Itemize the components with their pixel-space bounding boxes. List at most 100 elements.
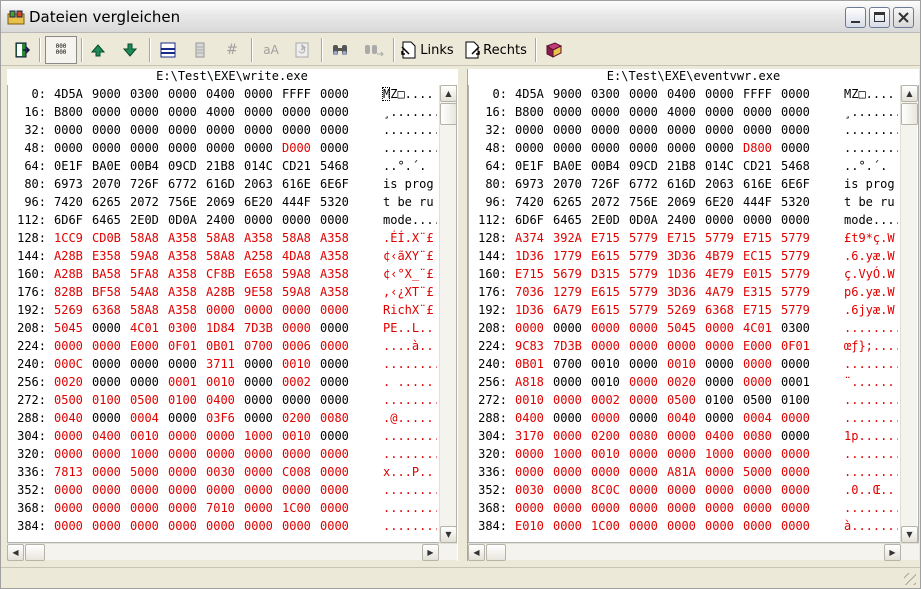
hex-word[interactable]: 0000 bbox=[282, 445, 316, 463]
hex-word[interactable]: 59A8 bbox=[282, 265, 316, 283]
hex-word[interactable]: 0500 bbox=[130, 391, 164, 409]
hex-word[interactable]: 0000 bbox=[92, 409, 126, 427]
hex-word[interactable]: 5779 bbox=[629, 283, 663, 301]
hex-word[interactable]: A28B bbox=[206, 283, 240, 301]
hex-word[interactable]: 21B8 bbox=[667, 157, 701, 175]
hex-word[interactable]: 7420 bbox=[54, 193, 88, 211]
hex-word[interactable]: A358 bbox=[320, 265, 354, 283]
hex-word[interactable]: 0000 bbox=[667, 337, 701, 355]
ascii-text[interactable]: 1p...... bbox=[844, 427, 898, 445]
ascii-text[interactable]: ..°.´. bbox=[383, 157, 437, 175]
hex-word[interactable]: 0000 bbox=[781, 211, 815, 229]
hex-word[interactable]: 0000 bbox=[244, 103, 278, 121]
hex-word[interactable]: CF8B bbox=[206, 265, 240, 283]
hex-word[interactable]: 392A bbox=[553, 229, 587, 247]
hex-word[interactable]: 444F bbox=[282, 193, 316, 211]
hex-word[interactable]: 0000 bbox=[282, 391, 316, 409]
hex-word[interactable]: 5468 bbox=[781, 157, 815, 175]
hex-word[interactable]: 0000 bbox=[705, 481, 739, 499]
left-vertical-scrollbar[interactable]: ▲ ▼ bbox=[439, 85, 457, 543]
hex-word[interactable]: 21B8 bbox=[206, 157, 240, 175]
hex-word[interactable]: 5320 bbox=[320, 193, 354, 211]
hex-word[interactable]: 0D0A bbox=[168, 211, 202, 229]
hex-word[interactable]: 0000 bbox=[320, 103, 354, 121]
hex-word[interactable]: 2070 bbox=[553, 175, 587, 193]
hex-word[interactable]: BA0E bbox=[92, 157, 126, 175]
hex-word[interactable]: 2072 bbox=[130, 193, 164, 211]
hex-word[interactable]: 0000 bbox=[168, 103, 202, 121]
hex-word[interactable]: 8C0C bbox=[591, 481, 625, 499]
hex-word[interactable]: 0400 bbox=[206, 391, 240, 409]
hex-word[interactable]: 6465 bbox=[92, 211, 126, 229]
hex-word[interactable]: 9000 bbox=[92, 85, 126, 103]
hex-word[interactable]: 0100 bbox=[168, 391, 202, 409]
hex-word[interactable]: 0000 bbox=[629, 319, 663, 337]
hex-word[interactable]: 6973 bbox=[54, 175, 88, 193]
hex-word[interactable]: 09CD bbox=[629, 157, 663, 175]
resize-grip-icon[interactable] bbox=[904, 573, 916, 585]
hex-word[interactable]: 000C bbox=[54, 355, 88, 373]
hex-word[interactable]: 4C01 bbox=[743, 319, 777, 337]
hex-word[interactable]: 0000 bbox=[515, 463, 549, 481]
ascii-text[interactable]: .6.yæ.W bbox=[844, 247, 898, 265]
hex-word[interactable]: 0000 bbox=[781, 427, 815, 445]
hex-word[interactable]: 4A79 bbox=[705, 283, 739, 301]
hex-word[interactable]: 09CD bbox=[168, 157, 202, 175]
hex-word[interactable]: 756E bbox=[629, 193, 663, 211]
hex-word[interactable]: 0000 bbox=[320, 301, 354, 319]
hex-word[interactable]: 1D84 bbox=[206, 319, 240, 337]
hex-word[interactable]: 0000 bbox=[553, 517, 587, 535]
hex-word[interactable]: 0100 bbox=[705, 391, 739, 409]
scroll-up-button[interactable]: ▲ bbox=[901, 85, 918, 102]
help-button[interactable] bbox=[543, 36, 565, 64]
hex-word[interactable]: 58A8 bbox=[206, 247, 240, 265]
hex-word[interactable]: 5779 bbox=[781, 301, 815, 319]
hex-word[interactable]: 0000 bbox=[781, 409, 815, 427]
line-view-button[interactable] bbox=[189, 36, 211, 64]
hex-word[interactable]: 6E6F bbox=[781, 175, 815, 193]
hex-word[interactable]: 2063 bbox=[705, 175, 739, 193]
hex-word[interactable]: 0000 bbox=[92, 373, 126, 391]
hex-word[interactable]: 0010 bbox=[591, 355, 625, 373]
hex-word[interactable]: 0000 bbox=[629, 355, 663, 373]
hex-word[interactable]: 0000 bbox=[282, 211, 316, 229]
hex-word[interactable]: 0000 bbox=[92, 463, 126, 481]
hex-word[interactable]: 0000 bbox=[553, 319, 587, 337]
hex-word[interactable]: 4D5A bbox=[515, 85, 549, 103]
hex-word[interactable]: 58A8 bbox=[206, 229, 240, 247]
hex-word[interactable]: 0000 bbox=[705, 373, 739, 391]
hex-word[interactable]: 5779 bbox=[629, 229, 663, 247]
hex-word[interactable]: 0000 bbox=[629, 337, 663, 355]
hex-word[interactable]: 0000 bbox=[244, 445, 278, 463]
hex-word[interactable]: 0000 bbox=[320, 373, 354, 391]
hex-word[interactable]: 0000 bbox=[781, 517, 815, 535]
hex-word[interactable]: 03F6 bbox=[206, 409, 240, 427]
hex-word[interactable]: 0000 bbox=[244, 211, 278, 229]
hex-word[interactable]: 0000 bbox=[553, 139, 587, 157]
hex-word[interactable]: 0010 bbox=[667, 355, 701, 373]
hex-word[interactable]: 1D36 bbox=[515, 301, 549, 319]
hex-word[interactable]: 0000 bbox=[667, 445, 701, 463]
hex-word[interactable]: 0000 bbox=[168, 355, 202, 373]
hex-word[interactable]: 0300 bbox=[781, 319, 815, 337]
hex-word[interactable]: 0000 bbox=[705, 337, 739, 355]
hex-word[interactable]: 0010 bbox=[282, 427, 316, 445]
ascii-text[interactable]: ........ bbox=[383, 391, 437, 409]
minimize-button[interactable] bbox=[845, 7, 866, 28]
hex-word[interactable]: 0000 bbox=[244, 373, 278, 391]
hex-word[interactable]: 6D6F bbox=[515, 211, 549, 229]
hex-word[interactable]: E000 bbox=[130, 337, 164, 355]
scroll-left-button[interactable]: ◀ bbox=[7, 544, 24, 561]
hex-word[interactable]: A358 bbox=[168, 265, 202, 283]
scroll-thumb[interactable] bbox=[440, 103, 457, 125]
hex-word[interactable]: 0000 bbox=[515, 499, 549, 517]
hex-word[interactable]: A358 bbox=[320, 247, 354, 265]
hex-word[interactable]: 0400 bbox=[705, 427, 739, 445]
hex-word[interactable]: 1CC9 bbox=[54, 229, 88, 247]
hex-word[interactable]: 0000 bbox=[705, 103, 739, 121]
ascii-text[interactable]: ........ bbox=[383, 481, 437, 499]
hex-word[interactable]: 0000 bbox=[515, 139, 549, 157]
hex-word[interactable]: D000 bbox=[282, 139, 316, 157]
hex-word[interactable]: 0000 bbox=[629, 445, 663, 463]
hex-word[interactable]: 6465 bbox=[553, 211, 587, 229]
